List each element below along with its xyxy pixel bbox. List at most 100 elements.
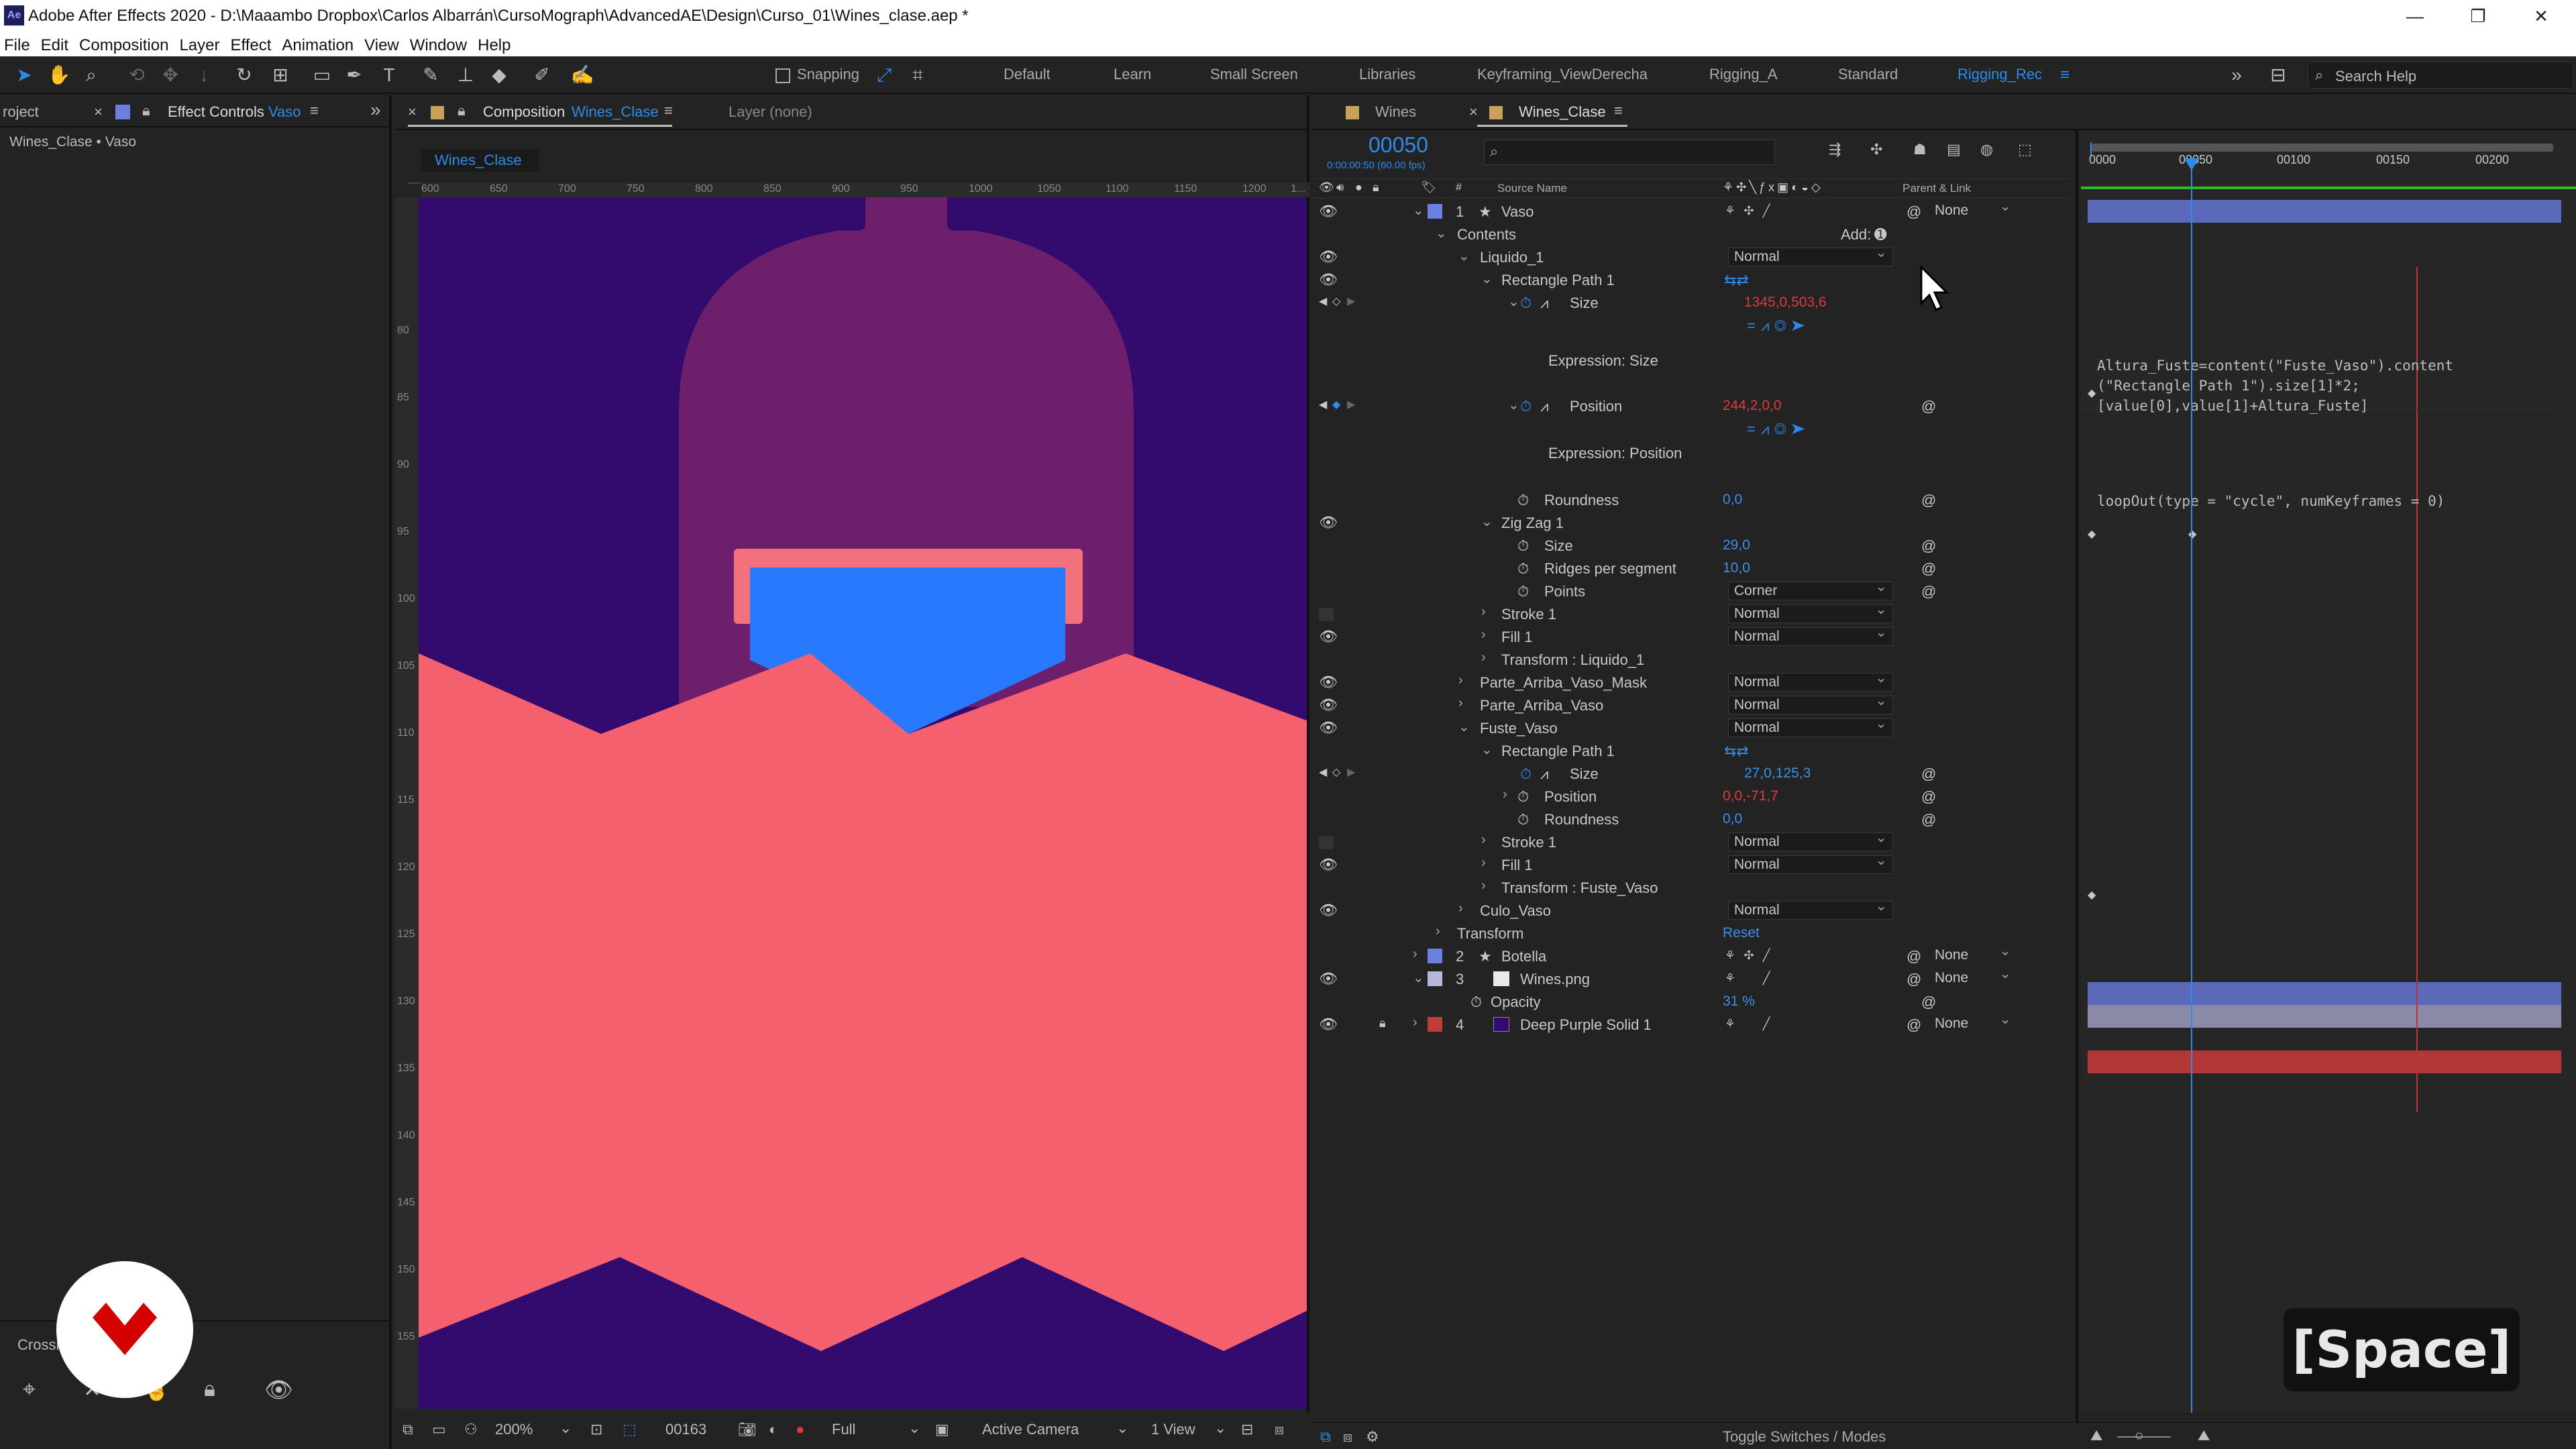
- layer-transform-row[interactable]: › Transform Reset: [1312, 922, 2070, 945]
- source-name-header[interactable]: Source Name: [1497, 182, 1567, 195]
- pickwhip-icon[interactable]: @: [1921, 537, 1936, 555]
- selection-tool-icon[interactable]: ➤: [12, 63, 36, 87]
- visibility-eye-icon[interactable]: 👁︎: [1319, 902, 1338, 919]
- timeline-search-input[interactable]: ⌕: [1484, 140, 1775, 165]
- collapse-switch-icon[interactable]: ✣: [1741, 204, 1756, 219]
- group-row-fuste[interactable]: 👁︎ ⌄ Fuste_Vaso Normal: [1312, 715, 2070, 739]
- roto-brush-tool-icon[interactable]: ✐: [530, 63, 554, 87]
- stroke-row[interactable]: › Stroke 1 Normal: [1312, 601, 2070, 625]
- reset-exposure-icon[interactable]: ⧈: [1275, 1421, 1284, 1438]
- zoom-slider-handle-icon[interactable]: ○: [2135, 1427, 2143, 1444]
- stopwatch-icon[interactable]: ⏱: [1520, 294, 1532, 312]
- collapse-chevron-icon[interactable]: ⌄: [1413, 202, 1424, 219]
- timeline-tab-close-icon[interactable]: ×: [1469, 103, 1478, 121]
- fuste-position-row[interactable]: › ⏱ Position 0,0,-71,7 @: [1312, 785, 2070, 808]
- menu-file[interactable]: File: [0, 34, 37, 55]
- parent-dropdown[interactable]: None: [1929, 198, 2017, 221]
- expression-chevron-icon[interactable]: ⌄: [1508, 293, 1519, 310]
- timeline-tab-wines[interactable]: Wines: [1375, 103, 1416, 121]
- comp-close-icon[interactable]: ×: [408, 103, 417, 121]
- collapse-switch-icon[interactable]: ✣: [1741, 949, 1756, 963]
- motion-blur-icon[interactable]: ◍: [1980, 141, 1993, 158]
- prev-keyframe-icon[interactable]: ◀: [1319, 294, 1327, 308]
- stopwatch-icon[interactable]: ⏱: [1517, 583, 1529, 600]
- layer-bar-solid[interactable]: [2088, 1051, 2561, 1073]
- always-preview-icon[interactable]: ⧉: [402, 1421, 413, 1438]
- position-value[interactable]: 244,2,0,0: [1723, 398, 1782, 414]
- region-icon[interactable]: ⬚: [623, 1421, 637, 1438]
- layer-name[interactable]: Deep Purple Solid 1: [1520, 1016, 1652, 1034]
- expand-chevron-icon[interactable]: ⌄: [1481, 270, 1493, 287]
- stopwatch-icon[interactable]: ⏱: [1517, 537, 1529, 555]
- quality-switch-icon[interactable]: ╱: [1759, 1017, 1774, 1032]
- stopwatch-icon[interactable]: ⏱: [1520, 398, 1532, 415]
- toggle-pixel-icon[interactable]: ⊟: [1241, 1421, 1253, 1438]
- visibility-eye-icon[interactable]: 👁︎: [1319, 1016, 1338, 1033]
- comp-panel-menu-icon[interactable]: ≡: [664, 102, 673, 119]
- visibility-eye-icon[interactable]: 👁︎: [1319, 248, 1338, 266]
- layer-label-color[interactable]: [1428, 1017, 1442, 1032]
- dolly-tool-icon[interactable]: ↓: [192, 63, 216, 87]
- prev-keyframe-icon[interactable]: ◀: [1319, 398, 1327, 411]
- fit-icon[interactable]: ⊡: [590, 1421, 602, 1438]
- toggle-switches-modes[interactable]: Toggle Switches / Modes: [1723, 1428, 1886, 1446]
- menu-animation[interactable]: Animation: [278, 34, 360, 55]
- position-expression-code[interactable]: loopOut(type = "cycle", numKeyframes = 0…: [2097, 491, 2445, 511]
- layer-name[interactable]: Wines.png: [1520, 971, 1590, 988]
- blend-mode-dropdown[interactable]: Normal: [1728, 601, 1893, 623]
- zigzag-size-value[interactable]: 29,0: [1723, 537, 1750, 553]
- fuste-stroke-row[interactable]: › Stroke 1 Normal: [1312, 829, 2070, 853]
- quality-switch-icon[interactable]: ╱: [1759, 204, 1774, 219]
- layer-panel-tab[interactable]: Layer (none): [729, 103, 812, 121]
- solo-icon[interactable]: ●: [1355, 180, 1362, 195]
- expression-icons[interactable]: =⩘◎➤: [1747, 317, 1811, 335]
- zigzag-row[interactable]: 👁︎ ⌄ Zig Zag 1: [1312, 511, 2070, 534]
- keyframe-icon[interactable]: ◇: [1332, 294, 1340, 308]
- layer-row[interactable]: 👁︎ ⌄ 3 Wines.png ⚘ ╱ @ None: [1312, 965, 2070, 990]
- close-button[interactable]: ✕: [2521, 3, 2561, 30]
- channel-icon[interactable]: ●: [796, 1421, 804, 1438]
- path-direction-icon[interactable]: ⇆⇄: [1724, 743, 1749, 760]
- graph-icon[interactable]: ⩘: [1540, 294, 1548, 312]
- workspace-menu-icon[interactable]: ≡: [2053, 63, 2077, 87]
- stopwatch-icon[interactable]: ⏱: [1520, 765, 1532, 783]
- search-help-input[interactable]: ⌕ Search Help: [2308, 62, 2573, 89]
- visibility-eye-icon[interactable]: 👁︎: [1319, 514, 1338, 531]
- fuste-size-value[interactable]: 27,0,125,3: [1744, 765, 1811, 782]
- expand-chevron-icon[interactable]: ›: [1481, 833, 1486, 848]
- expand-chevron-icon[interactable]: ›: [1413, 947, 1417, 962]
- points-row[interactable]: ⏱ Points Corner @: [1312, 578, 2070, 602]
- expand-chevron-icon[interactable]: ›: [1458, 696, 1463, 711]
- show-snapshot-icon[interactable]: ◐: [769, 1421, 777, 1438]
- keyframe-diamond-icon[interactable]: ◆: [2088, 888, 2096, 902]
- pickwhip-icon[interactable]: @: [1921, 788, 1936, 806]
- effect-controls-tab[interactable]: Effect Controls: [168, 103, 264, 121]
- menu-help[interactable]: Help: [474, 34, 517, 55]
- layer-switches-icon[interactable]: ⚙: [1366, 1428, 1379, 1446]
- timeline-zoom-slider[interactable]: [2117, 1436, 2171, 1438]
- parent-link-header[interactable]: Parent & Link: [1902, 182, 1971, 195]
- snap-edges-icon[interactable]: ⤢: [872, 63, 896, 87]
- comp-lock-icon[interactable]: 🔒︎: [458, 102, 466, 119]
- visibility-off-box[interactable]: [1319, 836, 1334, 849]
- zoom-out-icon[interactable]: ⛰: [2090, 1427, 2102, 1444]
- visibility-eye-icon[interactable]: 👁︎: [1319, 628, 1338, 645]
- av-video-icon[interactable]: 👁︎: [1319, 180, 1334, 195]
- rectangle-tool-icon[interactable]: ▭: [310, 63, 334, 87]
- group-row-parte-mask[interactable]: 👁︎ › Parte_Arriba_Vaso_Mask Normal: [1312, 669, 2070, 694]
- expand-chevron-icon[interactable]: ⌄: [1458, 718, 1470, 735]
- visibility-eye-icon[interactable]: 👁︎: [1319, 970, 1338, 987]
- opacity-value[interactable]: 31 %: [1723, 994, 1755, 1010]
- minimize-button[interactable]: —: [2395, 3, 2435, 30]
- menu-edit[interactable]: Edit: [37, 34, 75, 55]
- menu-composition[interactable]: Composition: [75, 34, 175, 55]
- expand-chevron-icon[interactable]: ›: [1481, 878, 1486, 894]
- composition-tab-label[interactable]: Composition: [483, 103, 565, 121]
- fill-row[interactable]: 👁︎ › Fill 1 Normal: [1312, 624, 2070, 648]
- graph-editor-icon[interactable]: ⬚: [2018, 141, 2032, 158]
- keyframe-diamond-icon[interactable]: ◆: [2188, 527, 2196, 541]
- position-property-row[interactable]: ◀ ◆ ▶ ⌄ ⏱ ⩘ Position 244,2,0,0 @: [1312, 394, 2070, 417]
- zigzag-size-row[interactable]: ⏱ Size 29,0 @: [1312, 534, 2070, 557]
- shy-switch-icon[interactable]: ⚘: [1723, 949, 1737, 963]
- more-workspaces-icon[interactable]: »: [2224, 63, 2249, 87]
